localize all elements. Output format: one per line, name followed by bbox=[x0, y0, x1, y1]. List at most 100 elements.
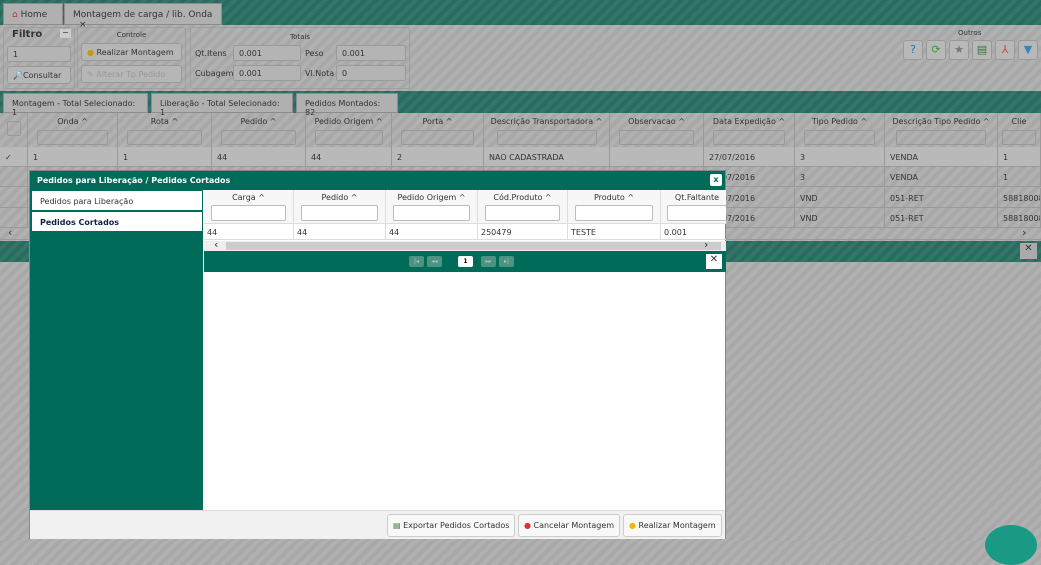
modal-close-icon[interactable]: x bbox=[710, 174, 722, 186]
column-filter-input[interactable] bbox=[301, 205, 378, 221]
column-filter-input[interactable] bbox=[211, 205, 286, 221]
row-checkbox[interactable] bbox=[0, 188, 28, 208]
row-checkbox[interactable] bbox=[0, 208, 28, 228]
status-tab-pedidos-montados[interactable]: Pedidos Montados: 82 bbox=[296, 93, 398, 117]
consultar-button[interactable]: 🔎Consultar bbox=[7, 66, 71, 84]
pager: |◂ ◂◂ 1 ▸▸ ▸| ✕ bbox=[204, 251, 726, 272]
cancel-icon: ● bbox=[524, 521, 531, 530]
column-header[interactable]: Data Expedição ^ bbox=[704, 113, 795, 147]
scroll-right-icon[interactable]: › bbox=[1022, 226, 1026, 239]
column-header[interactable]: Pedido Origem ^ bbox=[306, 113, 392, 147]
column-filter-input[interactable] bbox=[496, 130, 597, 145]
alterar-tp-pedido-button[interactable]: ✎ Alterar Tp Pedido bbox=[81, 65, 182, 83]
home-icon: ⌂ bbox=[12, 10, 18, 20]
column-filter-input[interactable] bbox=[393, 205, 470, 221]
column-filter-input[interactable] bbox=[619, 130, 694, 145]
realizar-montagem-button[interactable]: ● Realizar Montagem bbox=[623, 514, 722, 537]
table-cell: 0.001 bbox=[661, 224, 726, 240]
status-tab-montagem[interactable]: Montagem - Total Selecionado: 1 bbox=[3, 93, 148, 117]
column-filter-input[interactable] bbox=[896, 130, 986, 145]
column-header[interactable]: Descrição Transportadora ^ bbox=[484, 113, 610, 147]
tab-montagem[interactable]: Montagem de carga / lib. Onda × bbox=[64, 3, 222, 30]
table-cell: 44 bbox=[294, 224, 386, 240]
table-cell: NAO CADASTRADA bbox=[484, 147, 610, 167]
exportar-button[interactable]: ▤ Exportar Pedidos Cortados bbox=[387, 514, 515, 537]
column-filter-input[interactable] bbox=[401, 130, 474, 145]
column-header[interactable]: Porta ^ bbox=[392, 113, 484, 147]
chat-fab-button[interactable] bbox=[985, 525, 1037, 565]
table-cell: 1 bbox=[118, 147, 212, 167]
table-cell: 250479 bbox=[478, 224, 568, 240]
help-icon[interactable]: ? bbox=[903, 40, 923, 60]
column-header[interactable]: Carga ^ bbox=[204, 190, 294, 224]
tab-home[interactable]: ⌂ Home bbox=[3, 3, 63, 25]
column-header[interactable]: Tipo Pedido ^ bbox=[795, 113, 885, 147]
column-header[interactable]: Descrição Tipo Pedido ^ bbox=[885, 113, 998, 147]
modal-scrollbar[interactable]: ‹ › bbox=[204, 238, 726, 251]
side-tab-liberacao[interactable]: Pedidos para Liberação bbox=[32, 191, 202, 210]
column-header[interactable]: Pedido Origem ^ bbox=[386, 190, 478, 224]
column-header[interactable]: Pedido ^ bbox=[294, 190, 386, 224]
column-header[interactable]: Rota ^ bbox=[118, 113, 212, 147]
table-cell: 44 bbox=[306, 147, 392, 167]
column-filter-input[interactable] bbox=[713, 130, 785, 145]
column-filter-input[interactable] bbox=[803, 130, 876, 145]
table-cell: 1 bbox=[28, 147, 118, 167]
scroll-left-icon[interactable]: ‹ bbox=[8, 226, 12, 239]
column-filter-input[interactable] bbox=[1002, 130, 1036, 145]
last-page-button[interactable]: ▸| bbox=[499, 256, 514, 267]
table-cell: TESTE bbox=[568, 224, 661, 240]
pdf-icon[interactable]: ⅄ bbox=[995, 40, 1015, 60]
table-cell: 051-RET bbox=[885, 188, 998, 208]
row-checkbox[interactable] bbox=[0, 167, 28, 187]
column-header[interactable]: Pedido ^ bbox=[212, 113, 306, 147]
select-all-checkbox[interactable] bbox=[0, 113, 28, 147]
scroll-right-icon[interactable]: › bbox=[704, 238, 708, 251]
column-filter-input[interactable] bbox=[221, 130, 296, 145]
tools-icon[interactable]: ✕ bbox=[706, 254, 722, 269]
qt-itens-field: 0.001 bbox=[233, 45, 301, 61]
column-header[interactable]: Cód.Produto ^ bbox=[478, 190, 568, 224]
first-page-button[interactable]: |◂ bbox=[409, 256, 424, 267]
status-tab-liberacao[interactable]: Liberação - Total Selecionado: 1 bbox=[151, 93, 293, 117]
realizar-montagem-button[interactable]: ● Realizar Montagem bbox=[81, 43, 182, 61]
column-filter-input[interactable] bbox=[666, 205, 726, 221]
peso-field: 0.001 bbox=[336, 45, 406, 61]
column-filter-input[interactable] bbox=[36, 130, 109, 145]
next-page-button[interactable]: ▸▸ bbox=[481, 256, 496, 267]
cubagem-field: 0.001 bbox=[233, 65, 301, 81]
column-filter-input[interactable] bbox=[127, 130, 202, 145]
excel-icon: ▤ bbox=[393, 521, 401, 530]
cancelar-montagem-button[interactable]: ● Cancelar Montagem bbox=[518, 514, 620, 537]
totais-panel: Totais Qt.Itens 0.001 Peso 0.001 Cubagem… bbox=[190, 27, 410, 89]
table-cell: VND bbox=[795, 188, 885, 208]
tools-icon[interactable]: ✕ bbox=[1020, 243, 1037, 259]
column-header[interactable]: Qt.Faltante bbox=[661, 190, 726, 224]
excel-icon[interactable]: ▤ bbox=[972, 40, 992, 60]
side-tab-cortados[interactable]: Pedidos Cortados bbox=[32, 212, 202, 231]
table-cell: 1 bbox=[998, 167, 1041, 187]
table-cell: 58818008 bbox=[998, 188, 1041, 208]
filtro-input[interactable]: 1 bbox=[7, 46, 71, 62]
column-header[interactable]: Observacao ^ bbox=[610, 113, 704, 147]
column-filter-input[interactable] bbox=[575, 205, 653, 221]
filter-icon[interactable]: ▼ bbox=[1018, 40, 1038, 60]
refresh-icon[interactable]: ⟳ bbox=[926, 40, 946, 60]
star-icon[interactable]: ★ bbox=[949, 40, 969, 60]
page-number[interactable]: 1 bbox=[458, 256, 473, 267]
pedidos-cortados-modal: Pedidos para Liberação / Pedidos Cortado… bbox=[29, 170, 726, 539]
controle-panel: Controle ● Realizar Montagem ✎ Alterar T… bbox=[77, 27, 186, 89]
column-header[interactable]: Onda ^ bbox=[28, 113, 118, 147]
scroll-left-icon[interactable]: ‹ bbox=[214, 238, 218, 251]
pencil-icon: ✎ bbox=[87, 70, 94, 79]
table-cell: 3 bbox=[795, 167, 885, 187]
table-cell: VENDA bbox=[885, 167, 998, 187]
column-header[interactable]: Clie bbox=[998, 113, 1041, 147]
column-header[interactable]: Produto ^ bbox=[568, 190, 661, 224]
row-checkbox[interactable]: ✓ bbox=[0, 147, 28, 167]
column-filter-input[interactable] bbox=[314, 130, 383, 145]
prev-page-button[interactable]: ◂◂ bbox=[427, 256, 442, 267]
table-cell: VENDA bbox=[885, 147, 998, 167]
column-filter-input[interactable] bbox=[485, 205, 560, 221]
collapse-button[interactable]: − bbox=[60, 29, 71, 38]
